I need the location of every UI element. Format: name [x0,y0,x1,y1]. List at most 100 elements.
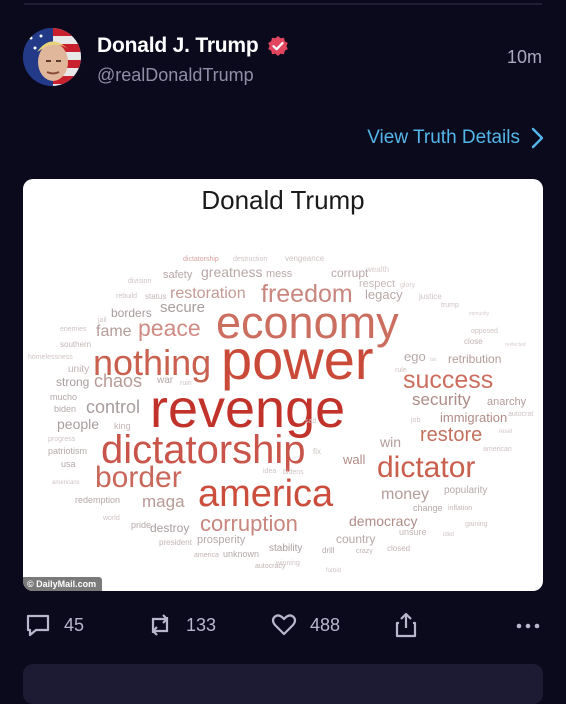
verified-badge-icon [267,35,289,57]
more-options-button[interactable] [516,611,540,639]
word-cloud-word: reelected [505,342,526,348]
word-cloud-word: restore [420,424,482,446]
more-icon [516,623,540,629]
word-cloud-word: forbid [326,568,341,574]
word-cloud-word: fame [96,323,132,340]
word-cloud-word: unity [68,364,89,375]
word-cloud-word: ego [404,349,426,364]
post-timestamp: 10m [506,47,542,67]
word-cloud-word: money [381,486,429,503]
reply-icon [26,614,50,637]
share-icon [395,612,417,638]
word-cloud-word: opposed [471,328,498,335]
word-cloud-word: control [86,397,140,417]
word-cloud-word: fix [313,447,321,456]
word-cloud-word: unsure [399,527,427,537]
word-cloud-word: retribution [448,352,501,366]
word-cloud-word: trump [441,302,459,309]
word-cloud-word: dictator [377,451,475,484]
word-cloud-word: southern [60,340,91,349]
word-cloud-word: change [413,503,443,513]
word-cloud-word: dictatorship [183,256,219,263]
view-truth-details-label: View Truth Details [367,127,520,148]
word-cloud-word: division [128,278,151,285]
share-button[interactable] [393,611,419,639]
word-cloud-word: mucho [50,392,77,402]
like-button[interactable]: 488 [270,611,340,639]
word-cloud-word: enemies [60,326,87,333]
word-cloud-word: usa [61,459,76,469]
action-bar: 45 133 488 [0,611,566,647]
word-cloud-word: unknown [223,549,259,559]
word-cloud-word: safety [163,269,193,281]
chevron-right-icon [531,127,544,149]
word-cloud-word: american [483,446,512,453]
retruth-count: 133 [186,614,217,635]
word-cloud-word: vengeance [285,254,325,263]
word-cloud-word: border [95,461,182,494]
word-cloud-word: people [57,416,99,432]
retruth-icon [151,614,169,636]
word-cloud-word: close [464,337,483,346]
word-cloud-word: sad [305,418,316,425]
reply-button[interactable]: 45 [24,611,84,639]
top-divider [24,3,542,5]
word-cloud-word: world [102,515,120,522]
word-cloud-word: idiot [443,532,454,538]
word-cloud-word: president [159,538,193,547]
word-cloud-word: autocrat [508,411,533,418]
word-cloud-word: immunity [469,311,490,317]
post-image[interactable]: Donald Trump dictatorship destruction veng… [23,179,543,591]
word-cloud-word: greatness [201,264,262,280]
word-cloud-word: mess [266,268,293,280]
word-cloud-word: tax [430,357,437,363]
reply-count: 45 [64,614,85,635]
word-cloud-word: popularity [444,485,487,496]
word-cloud-word: chaos [94,371,142,391]
word-cloud-word: homelessness [28,354,73,361]
word-cloud-word: country [336,532,375,546]
like-count: 488 [310,614,341,635]
word-cloud-word: prosperity [197,534,246,546]
word-cloud-word: strong [56,375,89,389]
image-credit: © DailyMail.com [23,577,103,591]
word-cloud-word: closed [387,544,410,553]
word-cloud-word: job [410,417,420,424]
word-cloud-word: peace [138,315,201,341]
word-cloud-word: secure [160,299,205,316]
word-cloud-word: pride [131,520,151,530]
word-cloud-word: win [379,434,401,450]
word-cloud: dictatorship destruction vengeance division… [28,254,533,574]
word-cloud-word: immigration [440,410,507,425]
view-truth-details-link[interactable]: View Truth Details [367,127,544,149]
word-cloud-word: progress [48,436,76,443]
word-cloud-word: stability [269,543,302,554]
word-cloud-word: reset [499,429,513,435]
word-cloud-word: autocracy [255,563,286,570]
heart-icon [271,614,297,636]
word-cloud-word: americans [52,480,80,486]
handle[interactable]: @realDonaldTrump [97,65,254,86]
word-cloud-word: biden [54,404,76,414]
author-row: Donald J. Trump [97,34,289,58]
retruth-button[interactable]: 133 [146,611,216,639]
word-cloud-word: rebuild [116,293,137,300]
word-cloud-word: security [412,390,471,409]
word-cloud-word: patriotism [48,446,87,456]
word-cloud-word: drill [322,546,335,555]
word-cloud-word: america [194,552,219,559]
word-cloud-word: crazy [356,548,373,555]
word-cloud-word: redemption [75,495,120,505]
word-cloud-word: corruption [200,511,298,536]
word-cloud-word: wealth [365,265,389,274]
word-cloud-word: wall [342,452,366,467]
word-cloud-word: destroy [150,521,189,535]
word-cloud-word: gaining [465,521,488,528]
word-cloud-word: inflation [448,505,472,512]
word-cloud-word: destruction [233,256,267,263]
word-cloud-word: justice [418,292,442,301]
display-name[interactable]: Donald J. Trump [97,34,259,58]
next-post-card [23,664,543,704]
word-cloud-word: america [198,473,334,515]
avatar[interactable] [23,28,81,86]
